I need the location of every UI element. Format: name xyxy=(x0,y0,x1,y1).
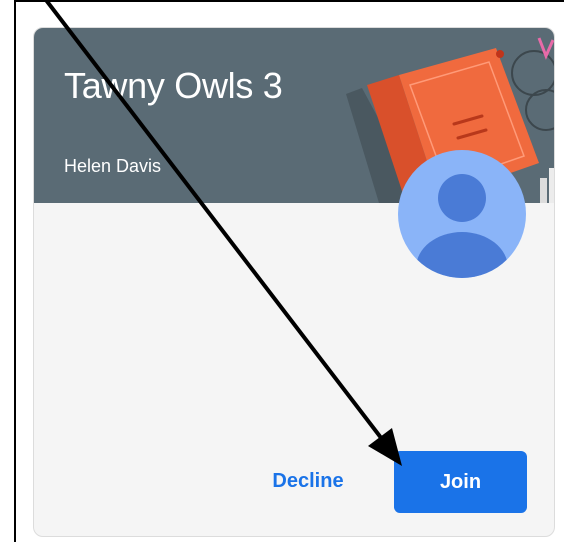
class-title[interactable]: Tawny Owls 3 xyxy=(64,65,283,107)
join-button[interactable]: Join xyxy=(394,451,527,513)
decline-button[interactable]: Decline xyxy=(256,453,360,509)
account-circle-icon xyxy=(398,150,526,278)
teacher-name: Helen Davis xyxy=(64,156,162,176)
class-invite-card: Tawny Owls 3 Helen Davis Decline Join xyxy=(33,27,555,537)
